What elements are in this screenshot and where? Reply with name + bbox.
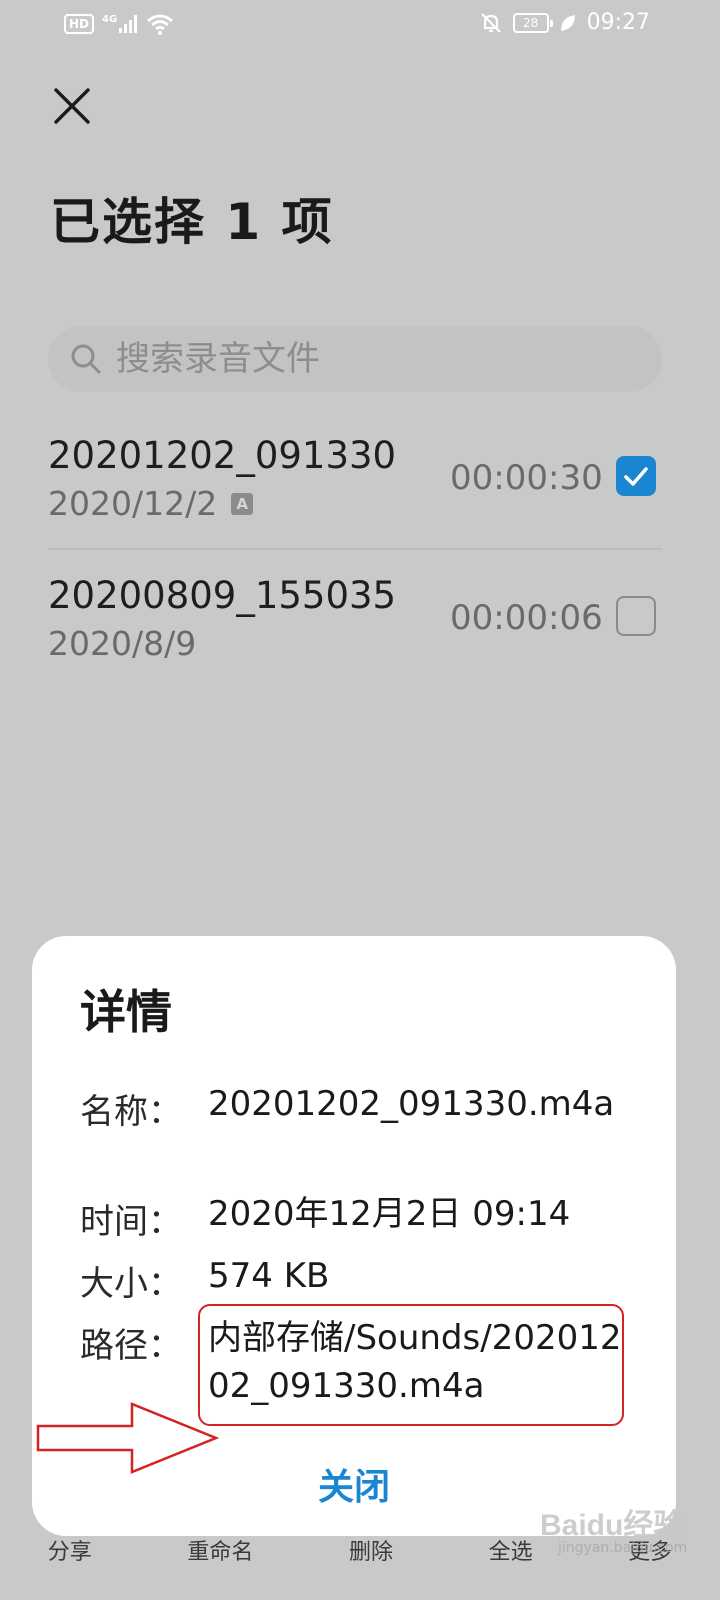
path-label: 路径： [80,1326,182,1366]
close-icon[interactable] [50,84,94,128]
status-bar: HD 4G 28 09:27 [0,0,720,52]
search-bar[interactable] [48,326,662,392]
watermark-logo: Baidu经验 [540,1509,684,1542]
time-value: 2020年12月2日 09:14 [208,1194,571,1234]
annotation-arrow-icon [36,1402,220,1474]
clock: 09:27 [586,10,650,35]
name-label: 名称： [80,1092,182,1132]
wifi-icon [147,14,174,35]
recording-name: 20200809_155035 [48,574,397,617]
toolbar-select-all-button[interactable]: 全选 [489,1534,533,1600]
signal-icon [119,15,138,33]
checkbox-checked[interactable] [616,456,656,496]
search-input[interactable] [116,339,636,379]
toolbar-rename-button[interactable]: 重命名 [187,1534,253,1600]
battery-icon: 28 [512,12,553,33]
recording-date-wrap: 2020/8/9 [48,624,196,663]
recording-date-wrap: 2020/12/2 A [48,484,254,523]
divider [48,548,662,550]
hd-badge: HD [64,14,95,34]
toolbar-share-button[interactable]: 分享 [48,1534,92,1600]
time-label: 时间： [80,1202,182,1242]
annotation-highlight-box [198,1304,624,1426]
recording-date: 2020/12/2 [48,484,218,523]
search-icon [71,344,101,374]
recording-date: 2020/8/9 [48,624,197,663]
recording-duration: 00:00:30 [450,458,603,498]
leaf-icon [560,14,575,31]
watermark-site: jingyan.baidu.com [558,1540,688,1556]
status-left: HD 4G [64,12,175,36]
bell-off-icon [480,12,501,33]
recording-duration: 00:00:06 [450,598,603,638]
status-right: 28 09:27 [479,10,650,35]
network-type: 4G [102,13,118,25]
check-icon [624,467,648,486]
checkbox-unchecked[interactable] [616,596,656,636]
auto-badge-icon: A [231,492,254,515]
size-value: 574 KB [208,1256,330,1296]
recording-name: 20201202_091330 [48,434,397,477]
list-item[interactable]: 20200809_155035 2020/8/9 00:00:06 [48,574,662,704]
toolbar-delete-button[interactable]: 删除 [349,1534,393,1600]
size-label: 大小： [80,1264,182,1304]
dialog-title: 详情 [80,985,172,1039]
name-value: 20201202_091330.m4a [208,1084,615,1124]
list-item[interactable]: 20201202_091330 2020/12/2 A 00:00:30 [48,434,662,564]
page-title: 已选择 1 项 [50,193,334,251]
